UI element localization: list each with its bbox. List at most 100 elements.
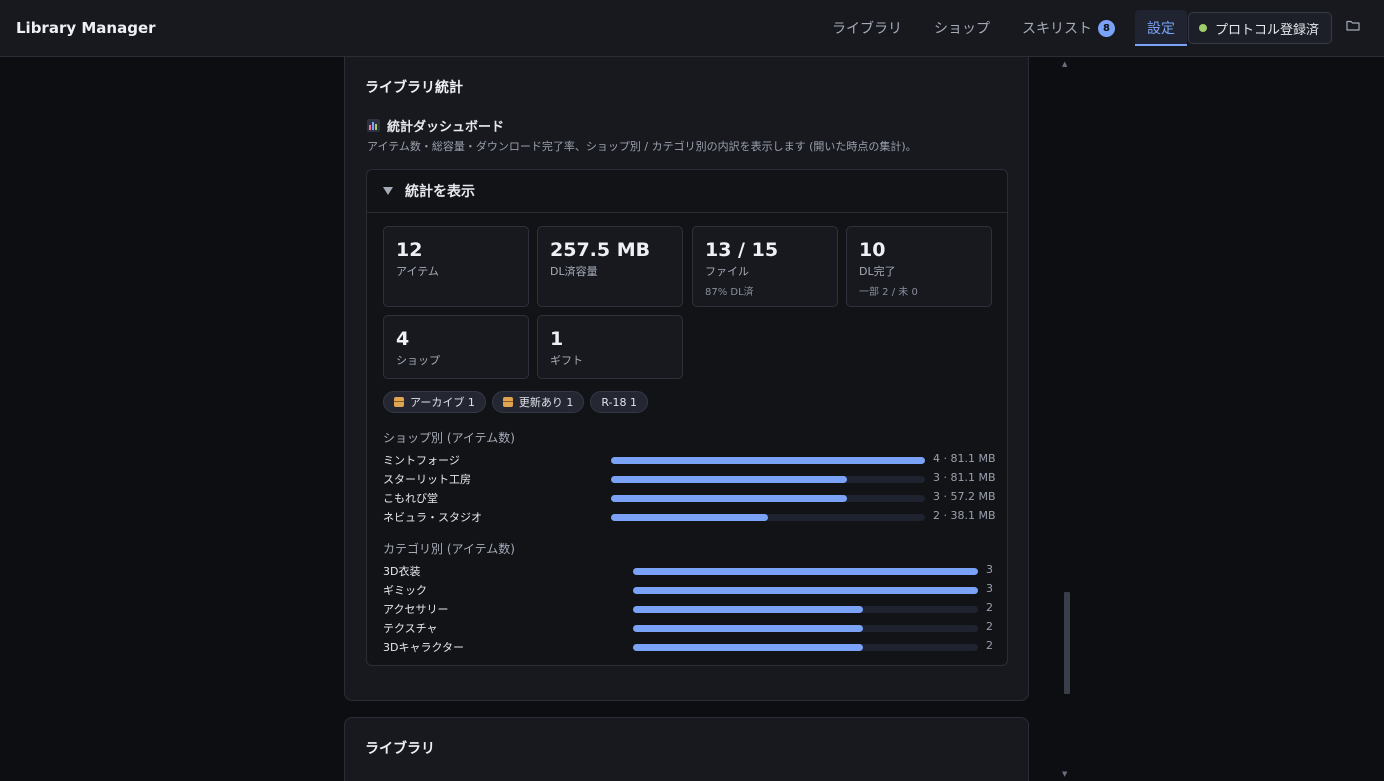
tab-skilist-badge: 8 [1098,19,1115,37]
bar-label: こもれび堂 [383,492,438,505]
bar-track [611,495,925,502]
stat-files: 13 / 15 ファイル 87% DL済 [692,226,838,307]
bar-value: 2 [986,639,993,652]
bar-track [633,644,978,651]
bar-value: 3 [986,563,993,576]
bar-row: 3Dキャラクター 2 [383,639,993,655]
bar-fill [633,644,863,651]
bar-value: 4 · 81.1 MB [933,452,996,465]
tab-library-label: ライブラリ [832,21,902,37]
dashboard-title-text: 統計ダッシュボード [387,120,505,135]
stat-gifts: 1 ギフト [537,315,683,379]
bar-fill [633,625,863,632]
bar-row: 3D衣装 3 [383,563,993,579]
tab-library[interactable]: ライブラリ [820,10,914,46]
bar-value: 3 [986,582,993,595]
chip-r18[interactable]: R-18 1 [590,391,649,413]
stat-value: 257.5 MB [550,239,651,261]
bar-fill [633,606,863,613]
dashboard-description: アイテム数・総容量・ダウンロード完了率、ショップ別 / カテゴリ別の内訳を表示し… [367,140,917,153]
bar-row: こもれび堂 3 · 57.2 MB [383,490,996,506]
bar-label: 3D衣装 [383,565,421,578]
stat-label: DL完了 [859,265,896,278]
stat-value: 13 / 15 [705,239,779,261]
main-nav: ライブラリ ショップ スキリスト 8 設定 [820,10,1195,46]
stat-value: 4 [396,328,410,350]
tab-skilist-label: スキリスト [1022,21,1092,37]
bar-value: 2 [986,601,993,614]
bar-track [611,457,925,464]
chip-label: 更新あり 1 [518,396,574,409]
tab-settings[interactable]: 設定 [1135,10,1187,46]
app-title: Library Manager [16,19,156,37]
package-icon [394,397,404,407]
stat-value: 12 [396,239,423,261]
stat-items: 12 アイテム [383,226,529,307]
stats-card: ライブラリ統計 統計ダッシュボード アイテム数・総容量・ダウンロード完了率、ショ… [344,56,1029,701]
stat-label: ショップ [396,354,440,367]
stat-dl-complete: 10 DL完了 一部 2 / 未 0 [846,226,992,307]
bar-row: ネビュラ・スタジオ 2 · 38.1 MB [383,509,996,525]
bar-fill [633,587,978,594]
stat-shops: 4 ショップ [383,315,529,379]
protocol-status-button[interactable]: プロトコル登録済 [1188,12,1332,44]
bar-track [611,476,925,483]
bar-label: ネビュラ・スタジオ [383,511,482,524]
bar-chart-icon [367,119,380,132]
bar-label: 3Dキャラクター [383,641,465,654]
tab-skilist[interactable]: スキリスト 8 [1010,10,1127,46]
triangle-down-icon [383,187,393,195]
chip-label: アーカイブ 1 [410,396,475,409]
bar-track [633,568,978,575]
stats-card-heading: ライブラリ統計 [365,80,463,96]
by-shop-title: ショップ別 (アイテム数) [383,431,515,445]
stat-label: DL済容量 [550,265,598,278]
bar-track [611,514,925,521]
bar-track [633,606,978,613]
stat-value: 1 [550,328,564,350]
library-card: ライブラリ [344,717,1029,781]
stat-label: アイテム [396,265,439,278]
stat-sub: 87% DL済 [705,287,754,298]
stats-details: 統計を表示 12 アイテム 257.5 MB DL済容量 13 / 15 ファイ… [366,169,1008,666]
bar-value: 2 [986,620,993,633]
protocol-status-label: プロトコル登録済 [1215,22,1320,38]
folder-icon[interactable] [1346,20,1360,31]
stat-sub: 一部 2 / 未 0 [859,287,918,298]
bar-fill [633,568,978,575]
scroll-down-arrow-icon[interactable]: ▼ [1062,770,1067,778]
tab-shop-label: ショップ [934,21,990,37]
stat-dl-size: 257.5 MB DL済容量 [537,226,683,307]
chip-updated[interactable]: 更新あり 1 [491,391,585,413]
scroll-up-arrow-icon[interactable]: ▲ [1062,60,1067,68]
scrollbar-thumb[interactable] [1064,592,1070,694]
bar-fill [611,476,847,483]
stat-label: ギフト [550,354,583,367]
bar-label: アクセサリー [383,603,449,616]
bar-row: アクセサリー 2 [383,601,993,617]
chip-label: R-18 1 [601,395,638,409]
bar-row: ミントフォージ 4 · 81.1 MB [383,452,996,468]
tab-shop[interactable]: ショップ [922,10,1002,46]
dashboard-title: 統計ダッシュボード [367,116,504,135]
bar-label: ミントフォージ [383,454,460,467]
chip-archive[interactable]: アーカイブ 1 [383,391,486,413]
bar-label: ギミック [383,584,427,597]
bar-value: 3 · 81.1 MB [933,471,996,484]
package-icon [502,397,513,407]
bar-track [633,587,978,594]
stat-value: 10 [859,239,886,261]
top-bar: Library Manager ライブラリ ショップ スキリスト 8 設定 プロト… [0,0,1384,57]
tag-chips: アーカイブ 1 更新あり 1 R-18 1 [383,391,654,413]
bar-track [633,625,978,632]
bar-fill [611,457,925,464]
bar-row: スターリット工房 3 · 81.1 MB [383,471,996,487]
tab-settings-label: 設定 [1147,21,1175,37]
stats-toggle[interactable]: 統計を表示 [367,170,1007,213]
status-dot-icon [1199,24,1207,32]
bar-row: ギミック 3 [383,582,993,598]
stats-toggle-label: 統計を表示 [405,184,475,200]
bar-fill [611,495,847,502]
bar-label: テクスチャ [383,622,438,635]
bar-row: テクスチャ 2 [383,620,993,636]
